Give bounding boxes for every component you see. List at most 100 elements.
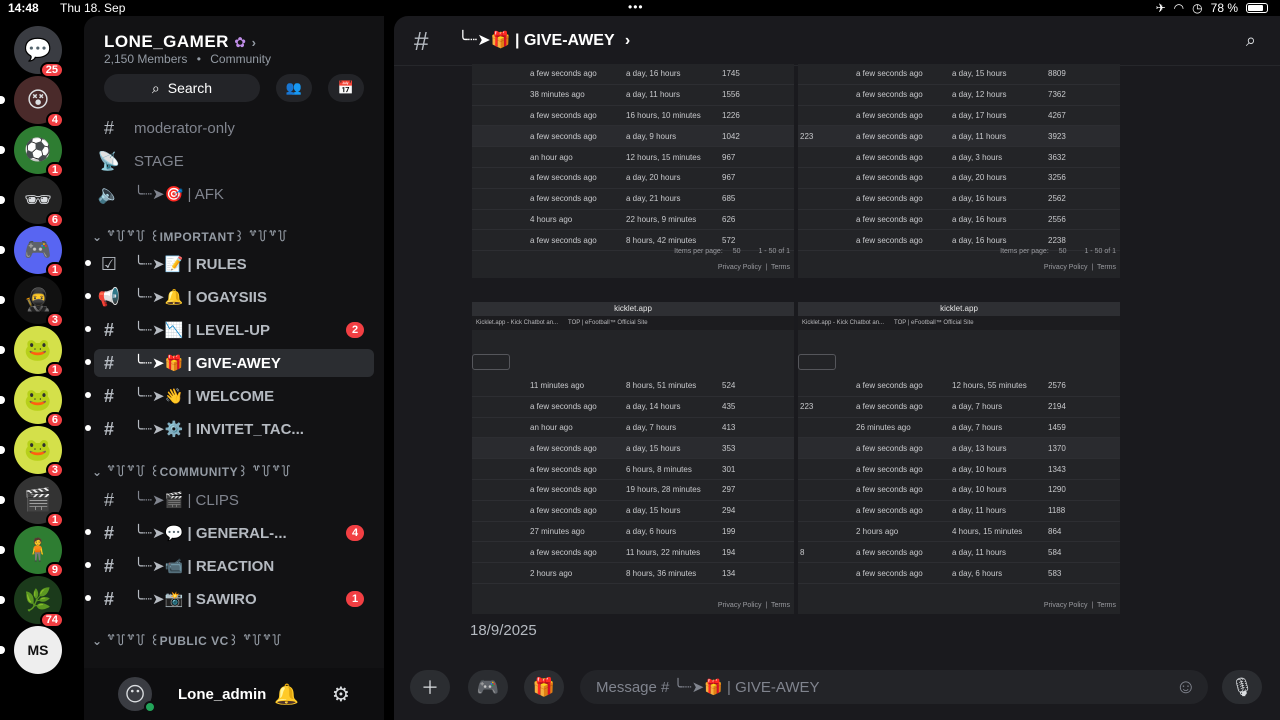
server-icon[interactable]: ⚽ 1 (0, 126, 70, 178)
table-cell: 3632 (1048, 152, 1066, 162)
table-row: a few seconds ago a day, 11 hours 1188 (798, 501, 1120, 522)
table-cell: 223 (800, 402, 814, 412)
server-icon[interactable]: MS (0, 626, 70, 674)
range-label: 1 - 50 of 1 (758, 248, 790, 255)
attached-screenshot[interactable]: a few seconds ago a day, 15 hours 8809 a fe… (798, 64, 1120, 278)
table-cell: a few seconds ago (530, 194, 597, 204)
table-cell: a few seconds ago (856, 173, 923, 183)
attached-screenshot[interactable]: kicklet.app Kicklet.app - Kick Chatbot an… (472, 302, 794, 614)
username[interactable]: Lone_admin (178, 686, 266, 703)
wifi-icon: ◠ (1173, 1, 1185, 15)
channel-item[interactable]: # ╰┈➤📹 | REACTION (85, 552, 374, 580)
table-row: a few seconds ago a day, 21 hours 685 (472, 189, 794, 210)
table-cell: a day, 11 hours (952, 506, 1006, 516)
table-cell: 8 hours, 42 minutes (626, 235, 697, 245)
server-icon[interactable]: 💬 25 (14, 26, 70, 78)
server-name[interactable]: LONE_GAMER ✿ › (104, 32, 257, 52)
table-cell: 1370 (1048, 443, 1066, 453)
table-row: a few seconds ago a day, 15 hours 294 (472, 501, 794, 522)
gift-icon: 🎁 (532, 676, 556, 697)
table-row: a few seconds ago 11 hours, 22 minutes 194 (472, 542, 794, 564)
channel-item[interactable]: ☑ ╰┈➤📝 | RULES (85, 250, 374, 278)
channel-item[interactable]: # ╰┈➤📉 | LEVEL-UP 2 (85, 316, 374, 344)
table-cell: a day, 16 hours (952, 235, 1007, 245)
table-row: 11 minutes ago 8 hours, 51 minutes 524 (472, 376, 794, 397)
emoji-icon[interactable]: ☺ (1176, 676, 1196, 699)
activities-button[interactable]: 🎮 (468, 670, 508, 704)
channel-title[interactable]: ╰┈➤🎁 | GIVE-AWEY › (458, 30, 630, 50)
gift-button[interactable]: 🎁 (524, 670, 564, 704)
message-input[interactable]: Message # ╰┈➤🎁 | GIVE-AWEY ☺ (580, 670, 1208, 704)
attached-screenshot[interactable]: kicklet.app Kicklet.app - Kick Chatbot an… (798, 302, 1120, 614)
server-icon[interactable]: 🕶 6 (0, 176, 70, 228)
invite-members-button[interactable]: 👥 (276, 74, 312, 102)
unread-indicator (0, 446, 5, 454)
table-cell: a few seconds ago (856, 443, 923, 453)
voice-message-button[interactable]: 🎙 (1222, 670, 1262, 704)
search-icon[interactable]: ⌕ (1246, 30, 1256, 51)
category-important[interactable]: ⌄ ꒷꒦꒷꒦ ꒰IMPORTANT꒱ ꒷꒦꒷꒦ (92, 228, 288, 244)
privacy-link: Privacy Policy (1043, 264, 1088, 271)
browser-tab-bar: Kicklet.app - Kick Chatbot an... TOP | eF… (798, 316, 1120, 330)
server-icon[interactable]: 🎬 1 (0, 476, 70, 528)
category-community[interactable]: ⌄ ꒷꒦꒷꒦ ꒰COMMUNITY꒱ ꒷꒦꒷꒦ (92, 463, 291, 479)
table-cell: a day, 15 hours (626, 443, 681, 453)
category-public-vc[interactable]: ⌄ ꒷꒦꒷꒦ ꒰PUBLIC VC꒱ ꒷꒦꒷꒦ (92, 632, 282, 648)
channel-item[interactable]: # ╰┈➤💬 | GENERAL-... 4 (85, 519, 374, 547)
channel-type-icon: 📡 (97, 150, 121, 171)
channel-item[interactable]: # ╰┈➤🎬 | CLIPS (94, 486, 374, 514)
unread-indicator (85, 595, 91, 601)
avatar[interactable]: 😶 (118, 677, 156, 713)
gear-icon[interactable]: ⚙ (332, 682, 350, 707)
table-cell: a few seconds ago (856, 235, 923, 245)
bell-icon[interactable]: 🔔 (274, 682, 299, 707)
hash-icon: # (414, 26, 429, 56)
channel-item[interactable]: 📡 STAGE (94, 147, 374, 175)
table-cell: a few seconds ago (856, 131, 923, 141)
table-cell: 199 (722, 526, 736, 536)
server-icon[interactable]: 🧍 9 (0, 526, 70, 578)
alarm-icon: ◷ (1192, 1, 1203, 15)
server-icon[interactable]: 🐸 3 (0, 426, 70, 478)
channel-item[interactable]: # ╰┈➤⚙️ | INVITET_TAC... (85, 415, 374, 443)
events-button[interactable]: 📅 (328, 74, 364, 102)
channel-item[interactable]: 🔈 ╰┈➤🎯 | AFK (94, 180, 374, 208)
add-attachment-button[interactable]: ＋ (410, 670, 450, 704)
table-cell: 194 (722, 547, 736, 557)
table-cell: a day, 15 hours (626, 506, 681, 516)
per-page-select: 50 (732, 248, 741, 255)
channel-item[interactable]: # ╰┈➤📸 | SAWIRO 1 (85, 585, 374, 613)
server-icon[interactable]: 🐸 1 (0, 326, 70, 378)
table-cell: 353 (722, 443, 736, 453)
channel-item[interactable]: # ╰┈➤👋 | WELCOME (85, 382, 374, 410)
server-icon[interactable]: 🥷 3 (0, 276, 70, 328)
table-cell: 294 (722, 506, 736, 516)
battery-icon (1246, 3, 1268, 13)
table-row: a few seconds ago 19 hours, 28 minutes 297 (472, 480, 794, 501)
server-icon[interactable]: 🎮 1 (0, 226, 70, 278)
browser-tab: TOP | eFootball™ Official Site (894, 320, 974, 326)
terms-link: Terms (770, 602, 790, 609)
server-icon[interactable]: 🌿 74 (0, 576, 70, 628)
unread-indicator (0, 346, 5, 354)
multitask-dots-icon[interactable]: ••• (628, 0, 644, 14)
table-cell: a day, 21 hours (626, 194, 681, 204)
channel-type-icon: # (103, 319, 114, 340)
table-cell: 1226 (722, 110, 740, 120)
table-cell: a day, 7 hours (626, 422, 677, 432)
table-row: a few seconds ago a day, 6 hours 583 (798, 563, 1120, 584)
category-label: ꒷꒦꒷꒦ ꒰IMPORTANT꒱ ꒷꒦꒷꒦ (106, 230, 288, 244)
attached-screenshot[interactable]: a few seconds ago a day, 16 hours 1745 38 m… (472, 64, 794, 278)
footer-links: Privacy Policy | Terms (717, 602, 790, 609)
server-icon[interactable]: 😵 4 (0, 76, 70, 128)
server-icon[interactable]: 🐸 6 (0, 376, 70, 428)
airplane-icon: ✈ (1155, 1, 1166, 15)
search-button[interactable]: ⌕ Search (104, 74, 260, 102)
table-cell: 3923 (1048, 131, 1066, 141)
channel-item[interactable]: # ╰┈➤🎁 | GIVE-AWEY (85, 349, 374, 377)
channel-item[interactable]: 📢 ╰┈➤🔔 | OGAYSIIS (85, 283, 374, 311)
table-cell: a day, 11 hours (952, 131, 1006, 141)
table-cell: a day, 10 hours (952, 464, 1007, 474)
channel-item[interactable]: # moderator-only (94, 114, 374, 142)
channel-name: ╰┈➤💬 | GENERAL-... (134, 525, 287, 542)
